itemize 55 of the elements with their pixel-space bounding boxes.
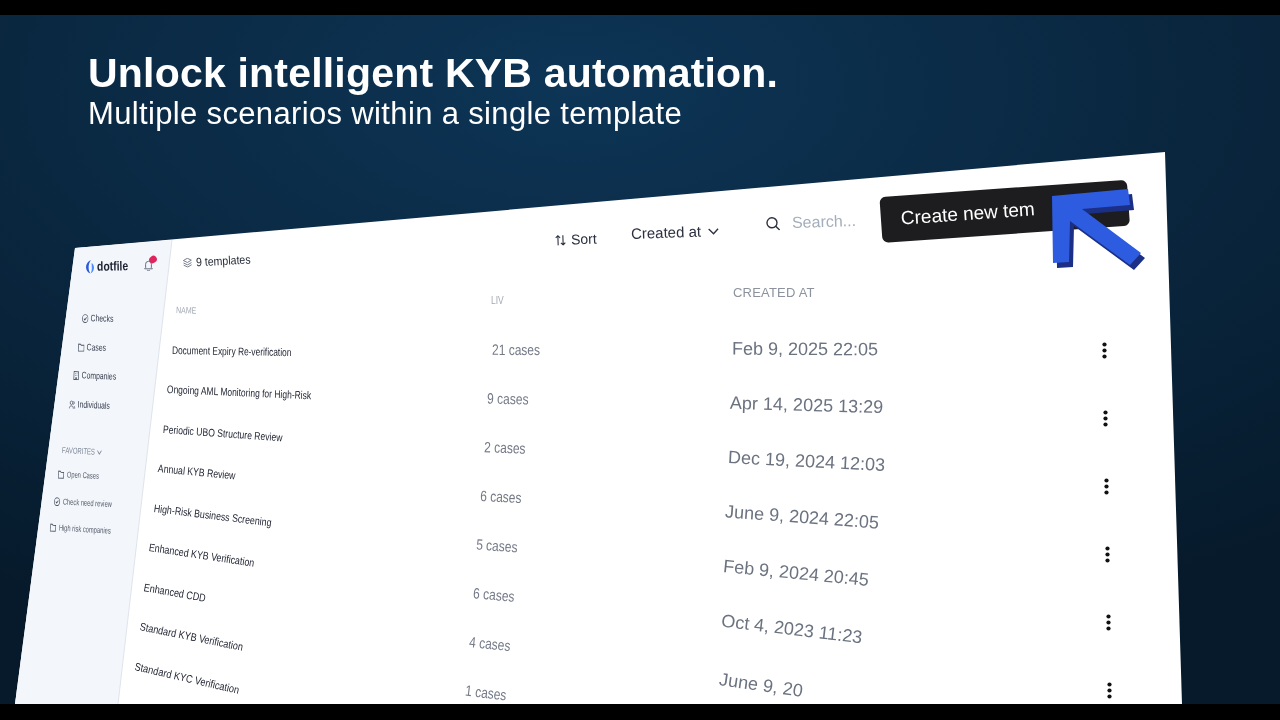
logo-icon	[85, 259, 95, 274]
case-count: 4 cases	[468, 633, 512, 655]
created-date: Oct 4, 2023 11:23	[720, 609, 864, 649]
more-vertical-icon[interactable]	[1105, 613, 1111, 631]
template-name: Standard KYB Verification	[138, 619, 245, 654]
case-count: 5 cases	[475, 535, 519, 557]
nav-item[interactable]: Individuals	[68, 397, 111, 413]
created-date: Apr 14, 2025 13:29	[729, 391, 884, 419]
created-date: Feb 9, 2024 20:45	[722, 555, 871, 591]
template-name: Periodic UBO Structure Review	[162, 421, 283, 444]
hero-subtitle: Multiple scenarios within a single template	[88, 96, 682, 132]
more-vertical-icon[interactable]	[1104, 545, 1110, 563]
case-count: 2 cases	[483, 438, 526, 458]
layers-icon	[182, 257, 193, 268]
created-date: June 9, 20	[717, 668, 804, 702]
case-count: 6 cases	[472, 584, 515, 606]
created-date: Feb 9, 2025 22:05	[731, 337, 879, 361]
sort-arrows-icon	[554, 234, 567, 246]
case-count: 1 cases	[464, 681, 508, 705]
search-field[interactable]: Search...	[791, 210, 861, 233]
nav-item[interactable]: Cases	[77, 339, 106, 355]
more-vertical-icon[interactable]	[1103, 477, 1109, 495]
column-header: CREATED AT	[733, 284, 815, 302]
column-header: NAME	[175, 304, 197, 318]
nav-item[interactable]: Checks	[81, 311, 114, 326]
sort-button[interactable]: Sort	[554, 230, 597, 248]
nav-item[interactable]: Companies	[73, 368, 117, 385]
template-name: High-Risk Business Screening	[152, 500, 272, 529]
template-name: Document Expiry Re-verification	[171, 342, 292, 359]
favorite-item[interactable]: Open Cases	[57, 467, 100, 483]
case-count: 6 cases	[479, 486, 522, 508]
favorite-item[interactable]: Check need review	[53, 493, 113, 511]
favorites-section-toggle[interactable]: FAVORITES	[61, 444, 103, 459]
template-name: Annual KYB Review	[157, 461, 237, 483]
column-header: LIV	[491, 294, 504, 308]
bell-icon[interactable]	[144, 259, 153, 271]
template-name: Standard KYC Verification	[133, 658, 241, 697]
sort-field-dropdown[interactable]: Created at	[630, 221, 720, 243]
search-icon	[765, 216, 781, 231]
template-name: Enhanced CDD	[143, 579, 208, 605]
created-date: June 9, 2024 22:05	[724, 500, 881, 534]
case-count: 21 cases	[491, 340, 541, 360]
chevron-down-icon	[707, 227, 720, 235]
template-name: Ongoing AML Monitoring for High-Risk	[167, 382, 312, 403]
more-vertical-icon[interactable]	[1101, 341, 1107, 359]
more-vertical-icon[interactable]	[1107, 681, 1112, 699]
more-vertical-icon[interactable]	[1102, 409, 1108, 427]
hero-title: Unlock intelligent KYB automation.	[88, 50, 779, 96]
template-name: Enhanced KYB Verification	[147, 540, 256, 570]
template-count: 9 templates	[195, 252, 251, 270]
case-count: 9 cases	[487, 389, 529, 409]
brand-name: dotfile	[96, 258, 129, 275]
check-circle-icon	[81, 313, 89, 323]
favorite-item[interactable]: High risk companies	[49, 520, 112, 538]
created-date: Dec 19, 2024 12:03	[727, 446, 886, 476]
